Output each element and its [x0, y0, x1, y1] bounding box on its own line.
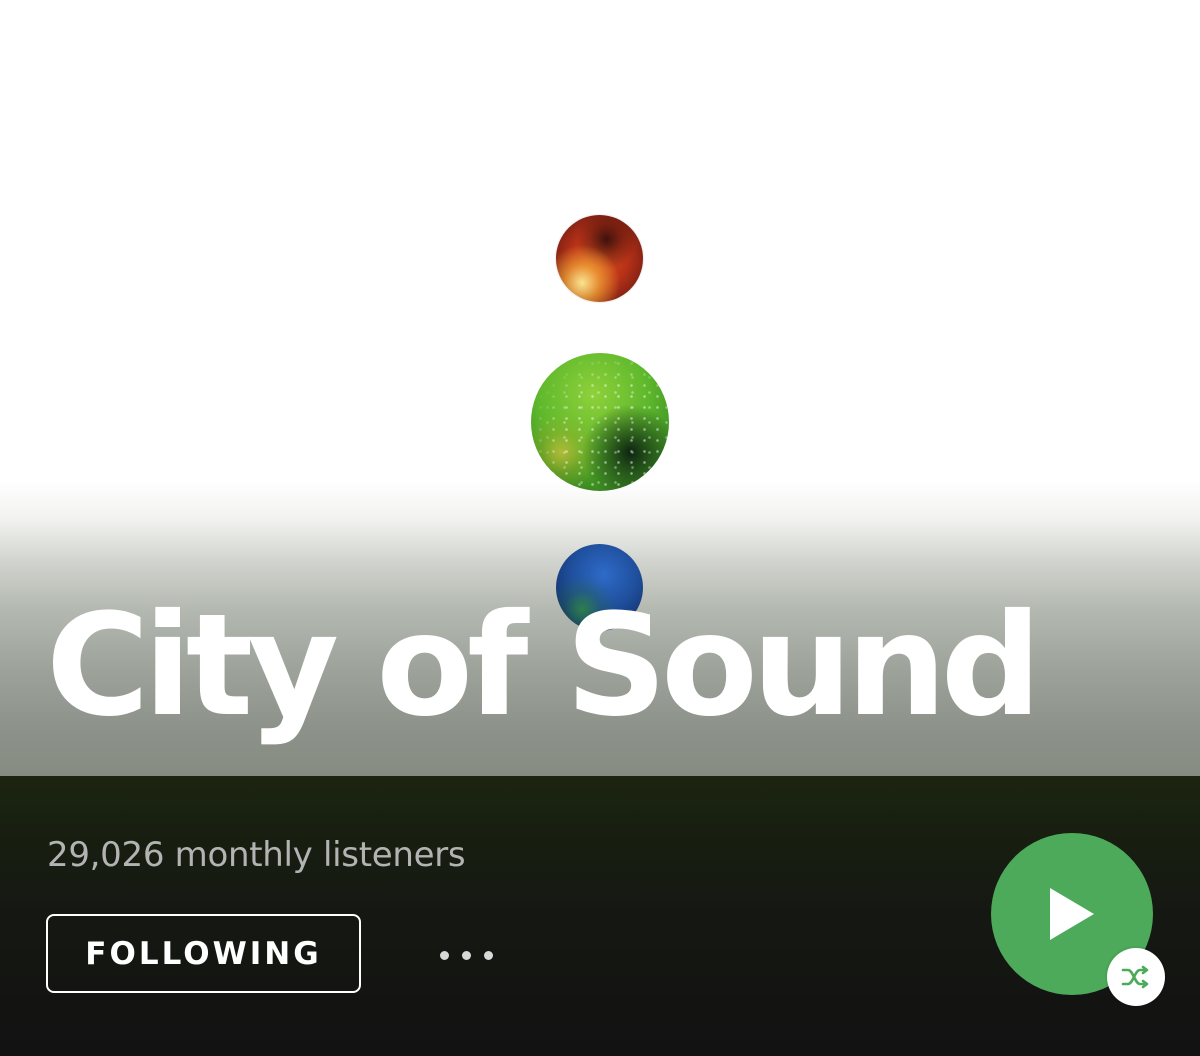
- more-options-button[interactable]: [428, 935, 504, 975]
- play-icon: [1050, 888, 1094, 940]
- shuffle-icon: [1121, 965, 1149, 989]
- green-orb: [531, 353, 669, 491]
- artist-page: City of Sound 29,026 monthly listeners F…: [0, 0, 1200, 1056]
- red-orb: [556, 215, 643, 302]
- more-options-icon: [439, 950, 493, 960]
- shuffle-button[interactable]: [1107, 948, 1165, 1006]
- artist-name: City of Sound: [46, 584, 1042, 748]
- following-button[interactable]: FOLLOWING: [46, 914, 361, 993]
- monthly-listeners: 29,026 monthly listeners: [47, 835, 466, 875]
- artist-header-image: City of Sound: [0, 0, 1200, 776]
